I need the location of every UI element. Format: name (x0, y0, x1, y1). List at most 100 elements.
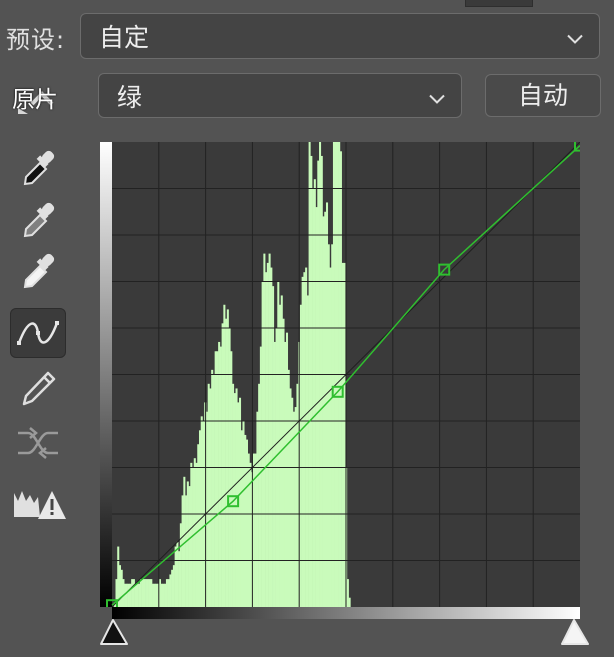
histogram-bar (259, 346, 262, 607)
histogram-bar (305, 267, 308, 607)
black-point-eyedropper-icon (23, 150, 55, 186)
histogram-bar (245, 439, 248, 607)
histogram-bar (205, 411, 208, 607)
histogram-bar (212, 374, 215, 607)
histogram-bar (341, 262, 344, 607)
channel-dropdown[interactable]: 绿 (98, 73, 462, 118)
panel-tab-nub (465, 0, 533, 7)
histogram-bar (122, 579, 125, 607)
histogram-bar (315, 207, 318, 607)
histogram-bar (141, 579, 144, 607)
histogram-bar (139, 579, 142, 607)
smooth-curve-icon (18, 427, 58, 459)
histogram-bar (348, 597, 351, 607)
histogram-bar (225, 318, 228, 607)
histogram-bar (320, 155, 323, 607)
pencil-icon (22, 371, 56, 406)
smooth-curve-tool[interactable] (10, 420, 66, 466)
histogram-bar (190, 462, 193, 607)
white-point-eyedropper-tool[interactable] (10, 248, 66, 294)
histogram-bar (136, 583, 139, 607)
curve-graph[interactable] (100, 142, 580, 607)
histogram-bar (120, 569, 123, 607)
histogram-bar (327, 244, 330, 607)
histogram-bar (226, 309, 229, 607)
histogram-bar (127, 583, 130, 607)
histogram-bar (301, 276, 304, 607)
black-point-eyedropper-tool[interactable] (10, 145, 66, 191)
clipping-warning-tool[interactable] (10, 480, 70, 526)
histogram-bar (169, 574, 172, 607)
histogram-bar (277, 281, 280, 607)
histogram-bar (117, 546, 120, 607)
histogram-bar (134, 583, 137, 607)
histogram-bar (270, 267, 273, 607)
histogram-bar (181, 495, 184, 607)
histogram-bar (313, 179, 316, 607)
histogram-bar (171, 569, 174, 607)
histogram-bar (132, 579, 135, 607)
histogram-bar (165, 579, 168, 607)
histogram-bar (285, 332, 289, 607)
histogram-bar (265, 272, 268, 607)
histogram-bar (145, 579, 148, 607)
histogram-bar (282, 318, 285, 607)
histogram-bar (197, 444, 200, 607)
histogram-bar (223, 304, 226, 607)
auto-button[interactable]: 自动 (485, 74, 601, 117)
histogram-bar (343, 262, 346, 607)
histogram-bar (164, 583, 167, 607)
histogram-bar (322, 216, 325, 607)
histogram-bar (296, 383, 299, 607)
pencil-tool[interactable] (10, 366, 66, 412)
histogram-bar (118, 565, 121, 607)
preset-value: 自定 (99, 23, 150, 52)
histogram-bar (329, 267, 332, 607)
histogram-bar (129, 583, 132, 607)
histogram-bar (153, 583, 156, 607)
chevron-down-icon (567, 22, 583, 51)
histogram-bar (230, 351, 233, 607)
histogram-bar (174, 546, 177, 607)
histogram-bar (266, 262, 269, 607)
histogram-bar (195, 462, 198, 607)
white-point-slider-handle[interactable] (560, 618, 592, 646)
histogram-bar (240, 430, 243, 607)
histogram-bar (324, 211, 327, 607)
gray-point-eyedropper-tool[interactable] (10, 197, 66, 243)
histogram-bar (186, 481, 189, 607)
histogram-bar (188, 486, 191, 607)
histogram-bar (331, 244, 334, 607)
preset-label: 预设: (6, 26, 66, 54)
histogram-bar (148, 579, 151, 607)
on-image-adjust-tool[interactable]: 原片 (8, 78, 64, 118)
curve-points-tool[interactable] (10, 308, 66, 358)
histogram-bar (211, 369, 214, 607)
histogram-bar (152, 583, 155, 607)
histogram-bar (146, 579, 149, 607)
on-image-label: 原片 (12, 87, 58, 113)
histogram-bar (185, 495, 188, 607)
histogram-bar (284, 341, 287, 607)
histogram-bar (216, 351, 219, 607)
histogram-bar (252, 453, 255, 607)
histogram-bar (131, 579, 134, 607)
histogram-bar (310, 155, 313, 607)
histogram-bar (200, 416, 203, 607)
histogram-bar (155, 583, 158, 607)
histogram-bar (214, 351, 217, 607)
histogram-bar (346, 579, 349, 607)
white-point-eyedropper-icon (23, 253, 55, 289)
histogram-bar (303, 272, 306, 607)
histogram-bar (192, 467, 195, 607)
histogram-bar (160, 583, 163, 607)
histogram-bar (221, 323, 224, 607)
histogram-bar (125, 583, 128, 607)
histogram-bar (207, 383, 210, 607)
histogram-bar (287, 369, 290, 607)
histogram-bar (317, 160, 320, 607)
histogram-bar (312, 188, 315, 607)
black-point-slider-handle[interactable] (99, 618, 131, 646)
histogram-bar (179, 523, 182, 607)
preset-dropdown[interactable]: 自定 (80, 13, 600, 59)
